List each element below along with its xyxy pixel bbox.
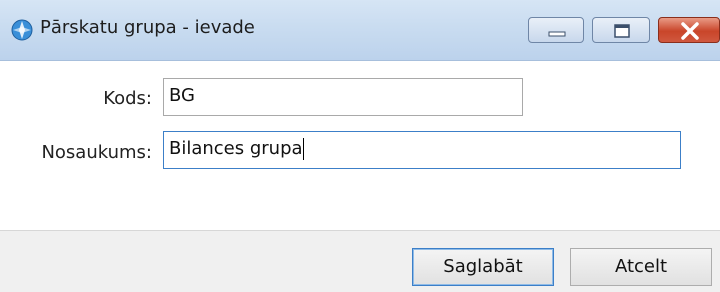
dialog-window: Pārskatu grupa - ievade Kods: BG Nosauku… — [0, 0, 720, 292]
kods-label: Kods: — [103, 88, 152, 109]
text-caret — [302, 138, 304, 160]
minimize-button[interactable] — [528, 17, 584, 43]
nosaukums-value: Bilances grupa — [169, 138, 303, 159]
minimize-icon — [548, 31, 566, 37]
nosaukums-label: Nosaukums: — [41, 142, 152, 163]
button-bar: Saglabāt Atcelt — [0, 230, 720, 292]
nosaukums-input[interactable]: Bilances grupa — [163, 131, 681, 169]
window-title: Pārskatu grupa - ievade — [40, 17, 255, 38]
maximize-button[interactable] — [592, 17, 650, 43]
kods-value: BG — [169, 85, 195, 106]
maximize-icon — [614, 24, 630, 38]
app-globe-icon — [11, 19, 33, 41]
cancel-button[interactable]: Atcelt — [570, 248, 712, 286]
close-icon — [681, 22, 699, 40]
kods-input[interactable]: BG — [163, 78, 523, 116]
close-button[interactable] — [658, 17, 720, 43]
title-bar[interactable]: Pārskatu grupa - ievade — [0, 0, 720, 61]
save-button[interactable]: Saglabāt — [412, 248, 554, 286]
form-area: Kods: BG Nosaukums: Bilances grupa — [0, 61, 720, 230]
